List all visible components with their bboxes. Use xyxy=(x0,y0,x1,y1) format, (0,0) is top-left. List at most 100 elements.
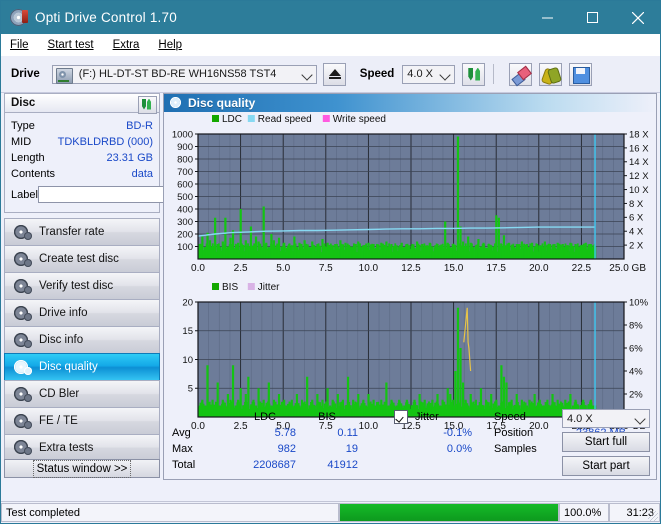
svg-text:Read speed: Read speed xyxy=(258,114,312,125)
svg-text:20: 20 xyxy=(182,297,193,308)
sidebar-item-disc-quality[interactable]: Disc quality xyxy=(4,353,160,380)
stats-row-label: Total xyxy=(172,459,196,471)
chevron-down-icon xyxy=(439,68,451,81)
disc-row-mid: MID TDKBLDRBD (000) xyxy=(11,134,153,150)
svg-text:5: 5 xyxy=(188,384,193,395)
maximize-icon[interactable] xyxy=(570,1,615,34)
progress-fill xyxy=(340,504,558,521)
disc-row-value: TDKBLDRBD (000) xyxy=(57,136,153,148)
table-row: Max 982 19 xyxy=(172,441,358,457)
sidebar-item-extra-tests[interactable]: Extra tests xyxy=(4,434,160,461)
svg-text:4 X: 4 X xyxy=(629,227,644,238)
disc-row-label: Length xyxy=(11,152,45,164)
jitter-checkbox[interactable] xyxy=(394,410,408,424)
menu-item-file[interactable]: File xyxy=(10,39,29,51)
svg-text:15: 15 xyxy=(182,326,193,337)
stats-col-ldc: LDC xyxy=(253,411,276,423)
stats-bis-value: 0.11 xyxy=(337,427,358,439)
toolbar-divider xyxy=(493,64,495,84)
stats-table: LDC BIS Avg 5.78 0.11 Max 982 19 Total 2… xyxy=(172,409,358,473)
sidebar-item-disc-info[interactable]: Disc info xyxy=(4,326,160,353)
test-speed-select[interactable]: 4.0 X xyxy=(562,409,650,428)
disc-row-value: 23.31 GB xyxy=(106,152,153,164)
disc-row-label: Contents xyxy=(11,168,56,180)
svg-text:400: 400 xyxy=(177,204,193,215)
disc-quality-panel: Disc quality LDC Read speed Write speed 100… xyxy=(163,93,657,480)
app-disc-icon xyxy=(10,9,28,26)
svg-text:100: 100 xyxy=(177,242,193,253)
svg-text:5.0: 5.0 xyxy=(276,263,290,274)
sidebar-item-create-test-disc[interactable]: Create test disc xyxy=(4,245,160,272)
progress-percent: 100.0% xyxy=(559,503,609,522)
tools-icon[interactable] xyxy=(539,62,563,86)
svg-text:2.5: 2.5 xyxy=(234,263,248,274)
eraser-icon[interactable] xyxy=(509,62,533,86)
status-bar: Test completed 100.0% 31:23 xyxy=(1,501,660,523)
sidebar-item-drive-info[interactable]: Drive info xyxy=(4,299,160,326)
content-area: Disc Type BD-R MID TDKBLDRBD (000) Lengt… xyxy=(1,91,660,482)
svg-text:10 X: 10 X xyxy=(629,185,649,196)
disc-icon xyxy=(13,359,32,375)
page-title: Disc quality xyxy=(188,96,256,110)
minimize-icon[interactable] xyxy=(525,1,570,34)
stats-ldc-value: 5.78 xyxy=(274,427,296,439)
action-buttons: 4.0 X Start full Start part xyxy=(562,409,650,476)
speed-label: Speed xyxy=(359,68,395,80)
svg-text:800: 800 xyxy=(177,154,193,165)
window-controls xyxy=(525,1,660,34)
samples-label: Samples xyxy=(494,443,537,455)
svg-text:14 X: 14 X xyxy=(629,157,649,168)
svg-text:6 X: 6 X xyxy=(629,213,644,224)
drive-label: Drive xyxy=(11,68,40,80)
refresh-icon[interactable] xyxy=(462,62,486,86)
sidebar-item-verify-test-disc[interactable]: Verify test disc xyxy=(4,272,160,299)
menu-item-help[interactable]: Help xyxy=(158,39,182,51)
drive-icon xyxy=(55,67,73,84)
resize-grip-icon[interactable] xyxy=(648,511,658,521)
eject-button[interactable] xyxy=(322,62,346,86)
speed-select-value: 4.0 X xyxy=(407,68,433,80)
svg-text:LDC: LDC xyxy=(222,114,242,125)
svg-text:17.5: 17.5 xyxy=(486,263,506,274)
sidebar-item-transfer-rate[interactable]: Transfer rate xyxy=(4,218,160,245)
disc-icon xyxy=(13,386,32,402)
sidebar-item-fe-te[interactable]: FE / TE xyxy=(4,407,160,434)
svg-text:900: 900 xyxy=(177,142,193,153)
position-label: Position xyxy=(494,427,534,439)
svg-text:500: 500 xyxy=(177,192,193,203)
jitter-max-row: 0.0% xyxy=(394,441,472,457)
svg-text:10: 10 xyxy=(182,355,193,366)
charts-container: LDC Read speed Write speed 100 200 300 400 500 6… xyxy=(164,112,656,438)
statistics-panel: LDC BIS Avg 5.78 0.11 Max 982 19 Total 2… xyxy=(164,407,656,479)
menu-item-extra[interactable]: Extra xyxy=(113,39,140,51)
chevron-down-icon xyxy=(301,68,313,81)
drive-select[interactable]: (F:) HL-DT-ST BD-RE WH16NS58 TST4 xyxy=(51,64,317,84)
start-part-button[interactable]: Start part xyxy=(562,456,650,476)
jitter-avg-value: -0.1% xyxy=(443,427,472,439)
disc-icon xyxy=(13,413,32,429)
stats-bis-value: 19 xyxy=(345,443,358,455)
menu-item-start-test[interactable]: Start test xyxy=(48,39,94,51)
jitter-toggle-row[interactable]: Jitter xyxy=(394,409,472,425)
speed-select[interactable]: 4.0 X xyxy=(402,64,456,84)
start-full-button[interactable]: Start full xyxy=(562,432,650,452)
disc-icon xyxy=(13,440,32,455)
disc-row-type: Type BD-R xyxy=(11,118,153,134)
disc-icon xyxy=(13,332,32,348)
disc-row-value: BD-R xyxy=(126,120,153,132)
disc-icon xyxy=(13,251,32,267)
ldc-speed-chart[interactable]: LDC Read speed Write speed 100 200300 400500 6… xyxy=(164,112,656,277)
test-speed-value: 4.0 X xyxy=(567,412,593,425)
close-icon[interactable] xyxy=(615,1,660,34)
title-bar: Opti Drive Control 1.70 xyxy=(1,1,660,34)
status-window-button[interactable]: Status window >> xyxy=(4,459,160,478)
refresh-icon[interactable] xyxy=(138,95,157,114)
sidebar-item-cd-bler[interactable]: CD Bler xyxy=(4,380,160,407)
save-icon[interactable] xyxy=(569,62,593,86)
svg-text:7.5: 7.5 xyxy=(319,263,333,274)
drive-toolbar: Drive (F:) HL-DT-ST BD-RE WH16NS58 TST4 … xyxy=(1,56,660,93)
svg-text:600: 600 xyxy=(177,179,193,190)
svg-text:200: 200 xyxy=(177,229,193,240)
disc-icon xyxy=(13,278,32,294)
stats-row-label: Max xyxy=(172,443,193,455)
